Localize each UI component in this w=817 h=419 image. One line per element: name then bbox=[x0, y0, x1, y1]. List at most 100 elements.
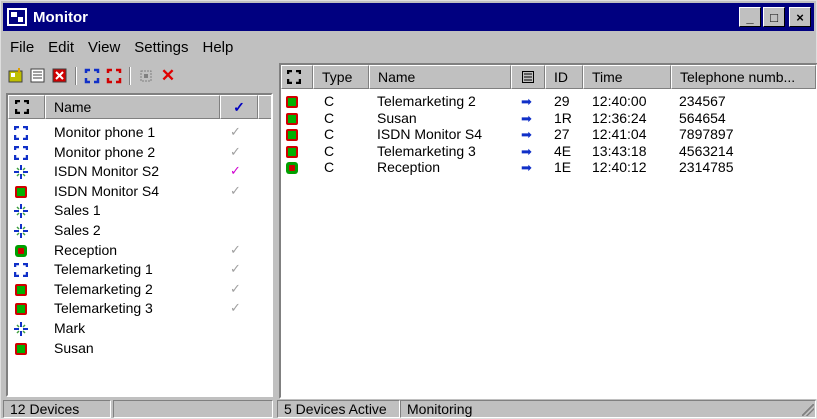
call-col-name[interactable]: Name bbox=[369, 65, 511, 89]
ringing-device-icon bbox=[286, 162, 298, 174]
close-button[interactable]: × bbox=[789, 7, 811, 27]
device-name: Mark bbox=[54, 320, 86, 336]
disconnected-device-icon bbox=[14, 322, 28, 336]
window-controls: _ □ × bbox=[739, 7, 811, 27]
menu-view[interactable]: View bbox=[81, 37, 127, 59]
idle-device-icon bbox=[14, 263, 28, 278]
device-name: Sales 2 bbox=[54, 222, 101, 238]
call-telephone-number: 2314785 bbox=[679, 159, 734, 175]
active-device-icon bbox=[15, 303, 27, 316]
resize-grip[interactable] bbox=[802, 404, 814, 416]
monitor-checkmark[interactable]: ✓ bbox=[230, 242, 241, 258]
device-list[interactable]: Name ✓ Monitor phone 1 ✓ Monitor phone 2 ✓ I… bbox=[6, 93, 273, 397]
delete-device-icon[interactable] bbox=[51, 67, 69, 85]
active-device-icon bbox=[286, 112, 298, 125]
ringing-device-icon bbox=[15, 244, 27, 257]
status-device-count: 12 Devices bbox=[3, 400, 111, 418]
call-id: 1E bbox=[554, 159, 572, 175]
monitor-off-icon[interactable] bbox=[105, 67, 123, 85]
minimize-button[interactable]: _ bbox=[739, 7, 761, 27]
device-row[interactable]: Telemarketing 1 ✓ bbox=[8, 260, 271, 279]
device-row[interactable]: Mark bbox=[8, 319, 271, 338]
device-toolbar: ✕ bbox=[7, 65, 177, 87]
remove-icon[interactable]: ✕ bbox=[159, 66, 177, 85]
monitor-checkmark[interactable]: ✓ bbox=[230, 163, 241, 179]
call-row[interactable]: C Telemarketing 2 29 12:40:00 234567 ➡ bbox=[281, 93, 816, 110]
disconnected-device-icon bbox=[14, 224, 28, 238]
call-col-status[interactable] bbox=[281, 65, 313, 89]
active-device-icon bbox=[15, 185, 27, 198]
device-col-status[interactable] bbox=[8, 95, 45, 119]
status-column-icon bbox=[287, 70, 301, 84]
call-col-time[interactable]: Time bbox=[583, 65, 671, 89]
status-column-icon bbox=[15, 100, 29, 114]
status-active-count: 5 Devices Active bbox=[277, 400, 400, 418]
device-name: Telemarketing 3 bbox=[54, 300, 153, 317]
monitor-checkmark[interactable]: ✓ bbox=[230, 124, 241, 140]
menu-help[interactable]: Help bbox=[195, 37, 240, 59]
idle-device-icon bbox=[14, 126, 28, 140]
properties-icon[interactable] bbox=[29, 67, 47, 85]
device-row[interactable]: Telemarketing 3 ✓ bbox=[8, 299, 271, 318]
call-row[interactable]: C Reception 1E 12:40:12 2314785 ➡ bbox=[281, 159, 816, 176]
device-row[interactable]: Monitor phone 1 ✓ bbox=[8, 123, 271, 142]
window-title: Monitor bbox=[33, 8, 88, 26]
disconnected-device-icon bbox=[14, 204, 28, 219]
call-list-icon bbox=[522, 71, 534, 83]
device-name: ISDN Monitor S4 bbox=[54, 182, 160, 199]
call-row[interactable]: C Susan 1R 12:36:24 564654 ➡ bbox=[281, 110, 816, 127]
device-name: Reception bbox=[54, 241, 118, 258]
active-device-icon bbox=[286, 145, 298, 158]
device-row[interactable]: Sales 2 bbox=[8, 221, 271, 240]
call-type: C bbox=[324, 159, 335, 175]
device-row[interactable]: ISDN Monitor S2 ✓ bbox=[8, 162, 271, 181]
disconnected-device-icon bbox=[14, 165, 28, 180]
menu-edit[interactable]: Edit bbox=[41, 37, 81, 59]
active-device-icon bbox=[286, 129, 298, 141]
device-row[interactable]: Telemarketing 2 ✓ bbox=[8, 280, 271, 299]
active-device-icon bbox=[15, 283, 27, 296]
active-device-icon bbox=[15, 342, 27, 355]
device-col-filler bbox=[258, 95, 271, 119]
call-col-id[interactable]: ID bbox=[545, 65, 583, 89]
call-col-direction[interactable] bbox=[511, 65, 545, 89]
device-name: Telemarketing 2 bbox=[54, 280, 153, 297]
call-col-phone[interactable]: Telephone numb... bbox=[671, 65, 816, 89]
device-row[interactable]: ISDN Monitor S4 ✓ bbox=[8, 182, 271, 201]
menu-file[interactable]: File bbox=[3, 37, 41, 59]
idle-device-icon bbox=[14, 145, 28, 160]
menu-bar: File Edit View Settings Help bbox=[3, 37, 240, 59]
active-device-icon bbox=[286, 96, 298, 108]
call-direction-icon: ➡ bbox=[521, 160, 532, 175]
maximize-button[interactable]: □ bbox=[763, 7, 785, 27]
device-col-name[interactable]: Name bbox=[45, 95, 220, 119]
toolbar-separator bbox=[75, 67, 77, 85]
monitor-on-icon[interactable] bbox=[83, 67, 101, 85]
select-all-icon[interactable] bbox=[137, 67, 155, 85]
monitor-checkmark[interactable]: ✓ bbox=[230, 144, 241, 160]
call-device-name: Reception bbox=[377, 159, 441, 175]
device-name: Monitor phone 1 bbox=[54, 124, 156, 140]
device-col-check[interactable]: ✓ bbox=[220, 95, 258, 119]
device-row[interactable]: Susan bbox=[8, 339, 271, 358]
call-row[interactable]: C ISDN Monitor S4 27 12:41:04 7897897 ➡ bbox=[281, 126, 816, 143]
active-calls-list[interactable]: Type Name ID Time Telephone numb... C Tel… bbox=[279, 63, 817, 399]
status-empty-panel bbox=[113, 400, 273, 418]
monitor-checkmark[interactable]: ✓ bbox=[230, 183, 241, 199]
menu-settings[interactable]: Settings bbox=[127, 37, 195, 59]
device-row[interactable]: Monitor phone 2 ✓ bbox=[8, 143, 271, 162]
call-col-type[interactable]: Type bbox=[313, 65, 369, 89]
monitor-window: Monitor _ □ × File Edit View Settings He… bbox=[0, 0, 817, 419]
monitor-checkmark[interactable]: ✓ bbox=[230, 300, 241, 316]
monitor-checkmark[interactable]: ✓ bbox=[230, 261, 241, 277]
monitor-checkmark[interactable]: ✓ bbox=[230, 281, 241, 297]
call-row[interactable]: C Telemarketing 3 4E 13:43:18 4563214 ➡ bbox=[281, 143, 816, 160]
app-icon bbox=[7, 8, 27, 26]
device-row[interactable]: Sales 1 bbox=[8, 201, 271, 220]
toolbar-separator bbox=[129, 67, 131, 85]
device-row[interactable]: Reception ✓ bbox=[8, 241, 271, 260]
device-name: Telemarketing 1 bbox=[54, 261, 153, 278]
title-bar[interactable]: Monitor _ □ × bbox=[3, 3, 814, 31]
new-device-icon[interactable] bbox=[7, 67, 25, 85]
device-name: Susan bbox=[54, 339, 94, 356]
